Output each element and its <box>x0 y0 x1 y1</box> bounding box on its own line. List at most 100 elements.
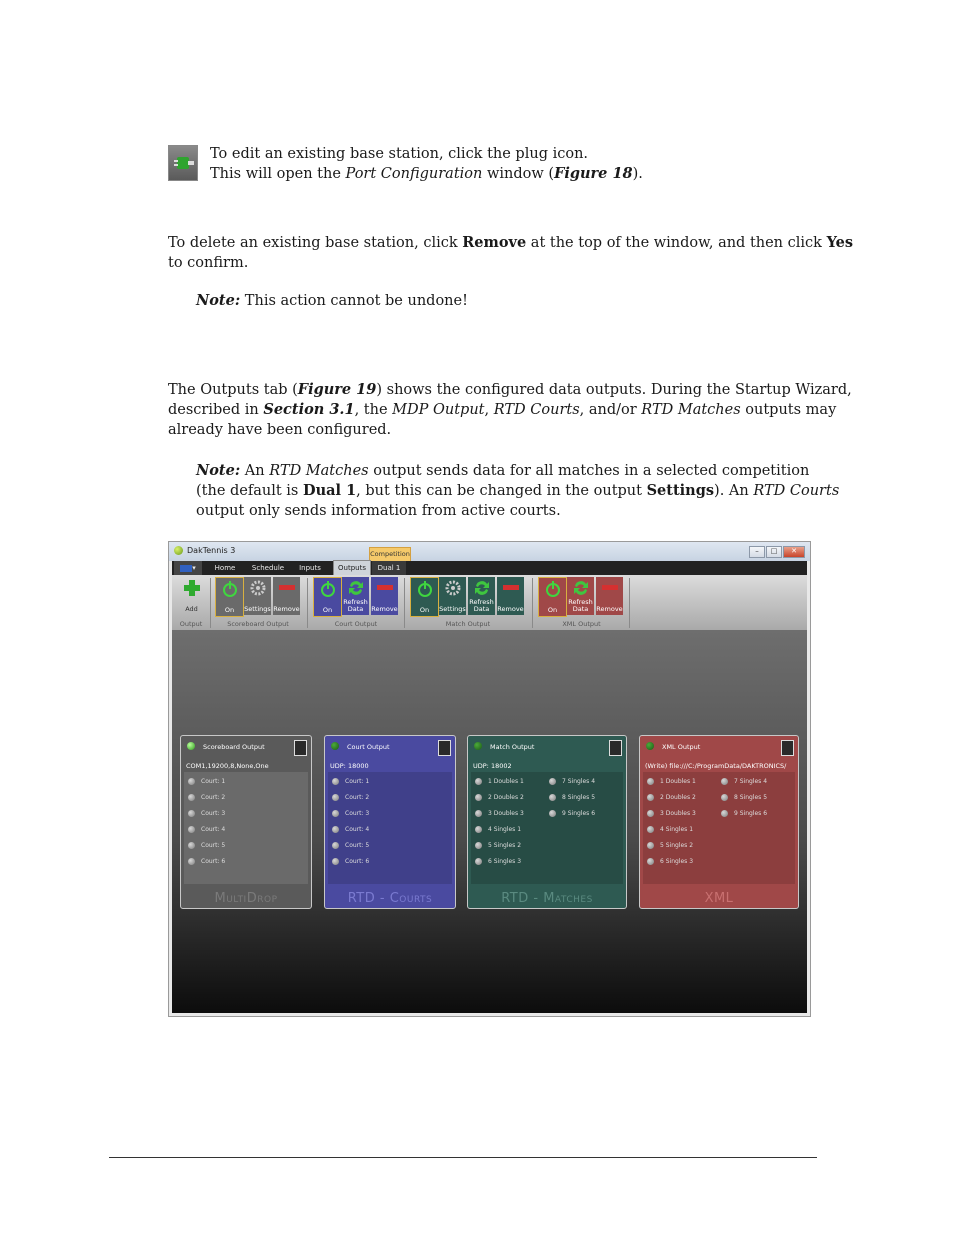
refresh-icon <box>474 581 489 595</box>
tab-home[interactable]: Home <box>210 561 240 575</box>
card-header: XML Output <box>640 736 798 758</box>
list-item[interactable]: 6 Singles 3 <box>647 858 693 865</box>
list-item[interactable]: Court: 1 <box>332 778 369 785</box>
match-output-card[interactable]: Match Output UDP: 18002 1 Doubles 1 2 Do… <box>467 735 627 909</box>
tab-outputs[interactable]: Outputs <box>333 560 371 575</box>
power-icon <box>545 581 560 597</box>
power-icon <box>417 581 432 597</box>
group-label-court: Court Output <box>334 620 378 628</box>
xml-on-button[interactable]: On <box>538 577 567 617</box>
add-output-button[interactable]: Add <box>178 577 205 615</box>
ribbon: Add Output On Settings Remove Scoreboard… <box>172 575 807 630</box>
scoreboard-output-card[interactable]: Scoreboard Output COM1,19200,8,None,One … <box>180 735 312 909</box>
plug-icon[interactable] <box>294 740 307 756</box>
title-bar: DakTennis 3 Competition – □ ✕ <box>169 542 810 563</box>
card-footer-label: MultiDrop <box>214 891 278 906</box>
plug-icon[interactable] <box>609 740 622 756</box>
list-item[interactable]: Court: 3 <box>188 810 225 817</box>
footer-rule <box>109 1157 817 1158</box>
outputs-canvas: Scoreboard Output COM1,19200,8,None,One … <box>172 630 807 1013</box>
list-item[interactable]: Court: 1 <box>188 778 225 785</box>
group-separator <box>629 578 630 628</box>
list-item[interactable]: 6 Singles 3 <box>475 858 521 865</box>
match-remove-button[interactable]: Remove <box>497 577 524 615</box>
list-item[interactable]: 1 Doubles 1 <box>475 778 524 785</box>
minus-icon <box>601 585 618 590</box>
court-list: Court: 1 Court: 2 Court: 3 Court: 4 Cour… <box>184 772 308 884</box>
list-item[interactable]: 9 Singles 6 <box>549 810 595 817</box>
group-separator <box>307 578 308 628</box>
list-item[interactable]: 5 Singles 2 <box>647 842 693 849</box>
list-item[interactable]: Court: 4 <box>332 826 369 833</box>
tab-schedule[interactable]: Schedule <box>248 561 288 575</box>
list-item[interactable]: 3 Doubles 3 <box>647 810 696 817</box>
list-item[interactable]: Court: 2 <box>332 794 369 801</box>
status-led-icon <box>187 742 195 750</box>
list-item[interactable]: 2 Doubles 2 <box>475 794 524 801</box>
close-icon[interactable]: ✕ <box>783 546 805 558</box>
card-footer-label: XML <box>704 891 734 906</box>
status-led-icon <box>474 742 482 750</box>
card-header: Scoreboard Output <box>181 736 311 758</box>
scoreboard-settings-button[interactable]: Settings <box>244 577 271 615</box>
list-item[interactable]: 7 Singles 4 <box>721 778 767 785</box>
scoreboard-on-button[interactable]: On <box>215 577 244 617</box>
minus-icon <box>376 585 393 590</box>
list-item[interactable]: 5 Singles 2 <box>475 842 521 849</box>
tab-dual-1[interactable]: Dual 1 <box>372 561 406 575</box>
list-item[interactable]: Court: 5 <box>332 842 369 849</box>
list-item[interactable]: 4 Singles 1 <box>647 826 693 833</box>
app-menu-button[interactable]: ▾ <box>174 561 202 575</box>
match-settings-button[interactable]: Settings <box>439 577 466 615</box>
scoreboard-remove-button[interactable]: Remove <box>273 577 300 615</box>
list-item[interactable]: Court: 5 <box>188 842 225 849</box>
list-item[interactable]: Court: 4 <box>188 826 225 833</box>
minimize-icon[interactable]: – <box>749 546 765 558</box>
list-item[interactable]: 4 Singles 1 <box>475 826 521 833</box>
list-item[interactable]: 7 Singles 4 <box>549 778 595 785</box>
status-led-icon <box>331 742 339 750</box>
card-header: Court Output <box>325 736 455 758</box>
refresh-icon <box>348 581 363 595</box>
note-undo: Note: This action cannot be undone! <box>196 292 468 309</box>
list-item[interactable]: Court: 3 <box>332 810 369 817</box>
list-item[interactable]: 8 Singles 5 <box>549 794 595 801</box>
list-item[interactable]: 1 Doubles 1 <box>647 778 696 785</box>
group-label-match: Match Output <box>445 620 491 628</box>
court-output-card[interactable]: Court Output UDP: 18000 Court: 1 Court: … <box>324 735 456 909</box>
note-rtd: Note: An RTD Matches output sends data f… <box>196 462 840 519</box>
list-item[interactable]: 8 Singles 5 <box>721 794 767 801</box>
group-label-scoreboard: Scoreboard Output <box>227 620 289 628</box>
court-refresh-button[interactable]: Refresh Data <box>342 577 369 615</box>
refresh-icon <box>573 581 588 595</box>
list-item[interactable]: 9 Singles 6 <box>721 810 767 817</box>
minus-icon <box>278 585 295 590</box>
match-on-button[interactable]: On <box>410 577 439 617</box>
match-list: 1 Doubles 1 2 Doubles 2 3 Doubles 3 4 Si… <box>471 772 623 884</box>
plug-icon[interactable] <box>438 740 451 756</box>
list-item[interactable]: 3 Doubles 3 <box>475 810 524 817</box>
xml-refresh-button[interactable]: Refresh Data <box>567 577 594 615</box>
maximize-icon[interactable]: □ <box>766 546 782 558</box>
status-led-icon <box>646 742 654 750</box>
plug-icon[interactable] <box>781 740 794 756</box>
court-remove-button[interactable]: Remove <box>371 577 398 615</box>
list-item[interactable]: Court: 2 <box>188 794 225 801</box>
edit-instruction: To edit an existing base station, click … <box>210 146 643 182</box>
delete-instruction: To delete an existing base station, clic… <box>168 234 854 271</box>
app-icon <box>174 546 183 555</box>
plus-icon <box>183 580 200 596</box>
outputs-description: The Outputs tab (Figure 19) shows the co… <box>168 381 852 438</box>
group-separator <box>210 578 211 628</box>
gear-icon <box>445 580 460 596</box>
list-item[interactable]: 2 Doubles 2 <box>647 794 696 801</box>
power-icon <box>222 581 237 597</box>
tab-inputs[interactable]: Inputs <box>294 561 326 575</box>
xml-output-card[interactable]: XML Output (Write) file:///C:/ProgramDat… <box>639 735 799 909</box>
list-item[interactable]: Court: 6 <box>188 858 225 865</box>
list-item[interactable]: Court: 6 <box>332 858 369 865</box>
match-refresh-button[interactable]: Refresh Data <box>468 577 495 615</box>
minus-icon <box>502 585 519 590</box>
court-on-button[interactable]: On <box>313 577 342 617</box>
xml-remove-button[interactable]: Remove <box>596 577 623 615</box>
